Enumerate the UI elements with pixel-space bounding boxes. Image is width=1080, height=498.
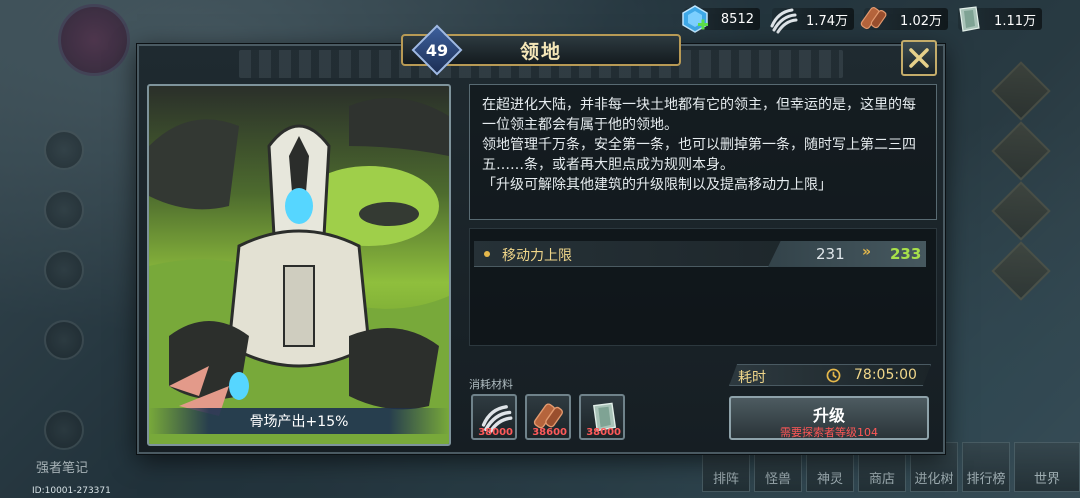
stat-next-value: 233: [890, 245, 922, 263]
illustration-caption: 骨场产出+15%: [149, 408, 449, 434]
modal-title: 领地: [519, 40, 562, 63]
stat-values: 231 » 233: [768, 241, 926, 267]
territory-illustration: 骨场产出+15%: [147, 84, 451, 446]
crystal-count: 8512: [720, 11, 754, 27]
close-icon: [909, 48, 929, 68]
resource-crystal[interactable]: 8512: [682, 5, 760, 33]
crystal-plus-icon: [682, 5, 708, 33]
nav-world[interactable]: 世界: [1014, 442, 1080, 492]
upgrade-button[interactable]: 升级 需要探索者等级104: [729, 396, 929, 440]
stone-count: 1.11万: [994, 13, 1036, 29]
nav-leaderboard[interactable]: 排行榜: [962, 442, 1010, 492]
description-box: 在超进化大陆，并非每一块土地都有它的领主，但幸运的是，这里的每一位领主都会有属于…: [469, 84, 937, 220]
upgrade-label: 升级: [812, 406, 845, 425]
wood-log-icon: [860, 7, 887, 30]
player-id: ID:10001-273371: [32, 486, 111, 496]
double-chevron-right-icon: »: [862, 244, 872, 260]
resource-wood[interactable]: 1.02万: [860, 7, 948, 30]
upgrade-requirement: 需要探索者等级104: [780, 426, 878, 439]
claw-bone-icon: [770, 8, 798, 34]
material-qty: 38000: [586, 427, 621, 438]
stat-panel: 移动力上限 231 » 233: [469, 228, 937, 346]
notes-label: 强者笔记: [36, 461, 89, 476]
material-stone[interactable]: 38000: [579, 394, 625, 440]
bone-golem-illustration: [149, 98, 449, 444]
time-value: 78:05:00: [854, 367, 917, 383]
stat-row-move-limit: 移动力上限 231 » 233: [474, 241, 926, 267]
close-button[interactable]: [901, 40, 937, 76]
resource-bone[interactable]: 1.74万: [770, 8, 854, 34]
upgrade-time: 耗时 78:05:00: [729, 364, 931, 386]
territory-modal: 领地 49 骨场产出+15% 在超进化大陆，并非每一块土地都有它的领主，但幸运的…: [137, 24, 945, 454]
material-qty: 38000: [478, 427, 513, 438]
bullet-icon: [484, 251, 490, 257]
wood-count: 1.02万: [900, 13, 942, 29]
description-text: 在超进化大陆，并非每一块土地都有它的领主，但幸运的是，这里的每一位领主都会有属于…: [482, 97, 916, 193]
materials-label: 消耗材料: [469, 378, 513, 391]
material-qty: 38600: [532, 427, 567, 438]
time-label: 耗时: [738, 370, 766, 386]
stone-slab-icon: [959, 6, 980, 32]
stat-current-value: 231: [816, 245, 845, 263]
building-level: 49: [425, 40, 449, 60]
stat-label: 移动力上限: [502, 248, 572, 264]
clock-icon: [826, 368, 841, 383]
material-wood[interactable]: 38600: [525, 394, 571, 440]
material-bone[interactable]: 38000: [471, 394, 517, 440]
resource-stone[interactable]: 1.11万: [958, 6, 1042, 32]
bone-count: 1.74万: [806, 13, 848, 29]
